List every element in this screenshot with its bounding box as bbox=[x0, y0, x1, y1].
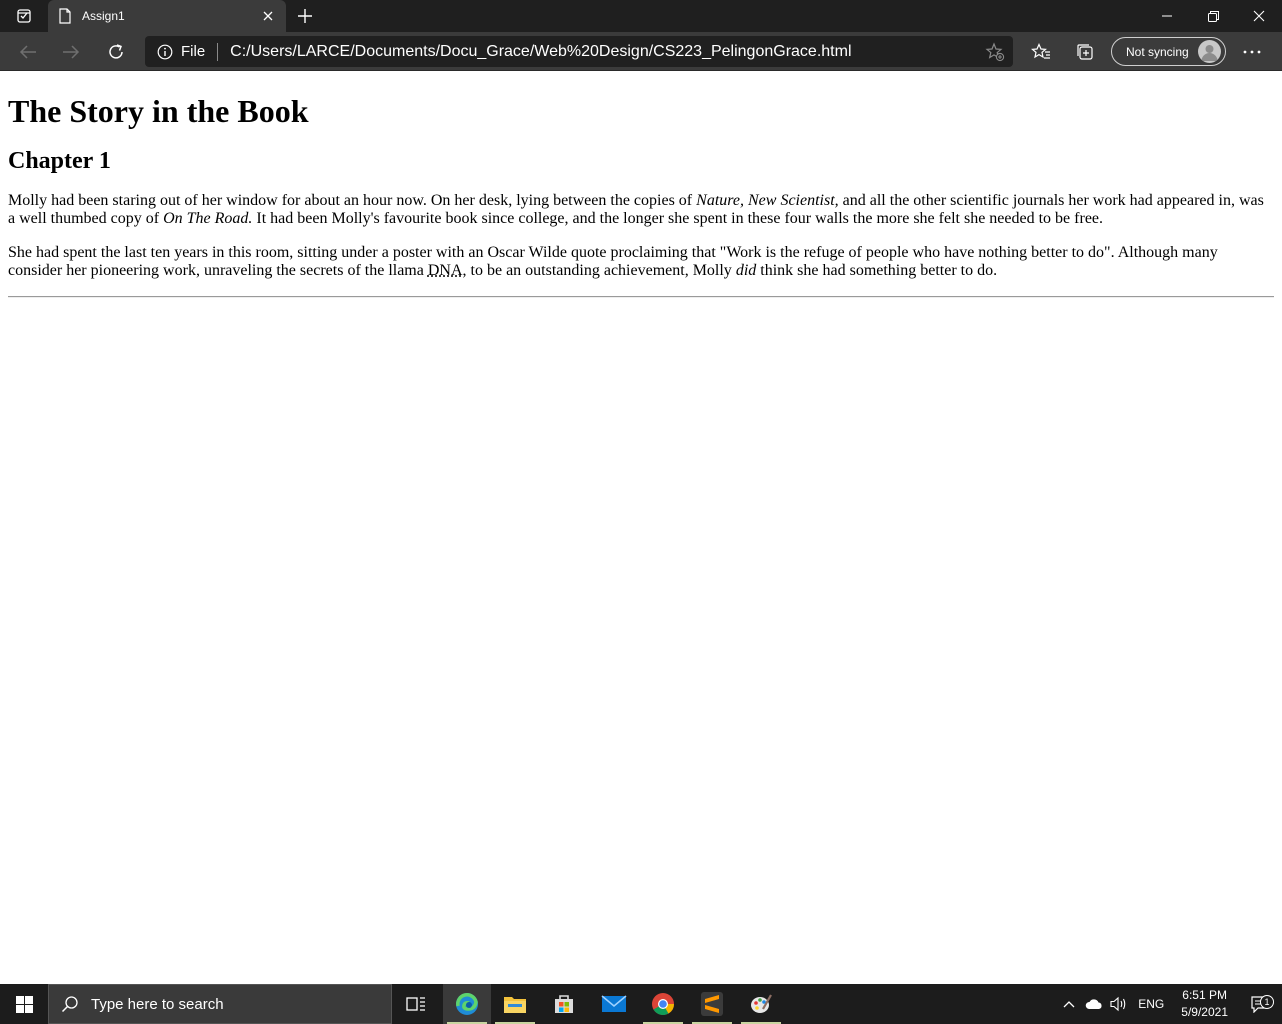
speaker-icon bbox=[1110, 996, 1126, 1012]
dna-abbreviation[interactable]: DNA bbox=[428, 262, 463, 279]
search-placeholder: Type here to search bbox=[91, 995, 224, 1013]
address-separator bbox=[217, 42, 219, 61]
close-icon bbox=[1253, 10, 1265, 22]
new-tab-button[interactable] bbox=[292, 4, 318, 28]
info-icon bbox=[157, 44, 173, 59]
forward-arrow-icon bbox=[63, 45, 80, 59]
clock-date: 5/9/2021 bbox=[1181, 1005, 1228, 1019]
address-bar[interactable]: File C:/Users/LARCE/Documents/Docu_Grace… bbox=[145, 36, 1013, 67]
browser-tab[interactable]: Assign1 bbox=[48, 0, 286, 32]
settings-more-button[interactable] bbox=[1240, 40, 1264, 64]
favorites-button[interactable] bbox=[1029, 40, 1053, 64]
chrome-icon bbox=[652, 993, 674, 1015]
paint-taskbar-app[interactable] bbox=[737, 984, 785, 1024]
search-icon bbox=[61, 996, 78, 1013]
clock[interactable]: 6:51 PM 5/9/2021 bbox=[1181, 987, 1228, 1021]
tab-actions-button[interactable] bbox=[0, 0, 48, 32]
collections-button[interactable] bbox=[1073, 40, 1097, 64]
paragraph-1-text-c: It had been Molly's favourite book since… bbox=[252, 210, 1104, 227]
page-icon bbox=[58, 8, 74, 24]
paragraph-2-text-b: , to be an outstanding achievement, Moll… bbox=[462, 262, 736, 279]
window-close-button[interactable] bbox=[1236, 0, 1282, 32]
windows-taskbar: Type here to search ENG 6:51 PM 5/9/2021… bbox=[0, 984, 1282, 1024]
paragraph-2-text-c: think she had something better to do. bbox=[756, 262, 998, 279]
tab-title: Assign1 bbox=[82, 9, 125, 23]
taskbar-search-box[interactable]: Type here to search bbox=[48, 984, 392, 1024]
folder-icon bbox=[504, 997, 526, 1013]
journals-emphasis: Nature, New Scientist, bbox=[696, 192, 839, 209]
book-title-emphasis: On The Road. bbox=[163, 210, 253, 227]
sublime-text-icon bbox=[701, 992, 723, 1016]
clock-time: 6:51 PM bbox=[1182, 988, 1227, 1002]
edge-icon bbox=[456, 993, 478, 1015]
cloud-icon bbox=[1086, 999, 1102, 1009]
store-icon bbox=[555, 995, 573, 1013]
did-emphasis: did bbox=[735, 262, 757, 279]
browser-title-bar: Assign1 bbox=[0, 0, 1282, 32]
forward-button[interactable] bbox=[55, 36, 87, 68]
back-arrow-icon bbox=[19, 45, 36, 59]
window-controls bbox=[1144, 0, 1282, 32]
paragraph-1: Molly had been staring out of her window… bbox=[8, 192, 1274, 228]
chevron-up-icon bbox=[1063, 1001, 1075, 1008]
sublime-text-taskbar-app[interactable] bbox=[688, 984, 736, 1024]
minimize-icon bbox=[1162, 15, 1172, 17]
edge-taskbar-app[interactable] bbox=[443, 984, 491, 1024]
horizontal-rule bbox=[8, 296, 1274, 298]
paint-icon bbox=[751, 994, 772, 1013]
chrome-taskbar-app[interactable] bbox=[639, 984, 687, 1024]
browser-toolbar: File C:/Users/LARCE/Documents/Docu_Grace… bbox=[0, 32, 1282, 71]
tab-actions-icon bbox=[17, 9, 31, 23]
windows-logo-icon bbox=[15, 995, 33, 1013]
close-icon bbox=[263, 11, 273, 21]
add-favorite-button[interactable] bbox=[985, 42, 1005, 62]
back-button[interactable] bbox=[12, 36, 44, 68]
profile-sync-button[interactable]: Not syncing bbox=[1111, 37, 1226, 66]
page-content: The Story in the Book Chapter 1 Molly ha… bbox=[0, 71, 1282, 984]
paragraph-2: She had spent the last ten years in this… bbox=[8, 244, 1274, 280]
system-tray: ENG 6:51 PM 5/9/2021 1 bbox=[1057, 984, 1282, 1024]
task-view-button[interactable] bbox=[392, 984, 440, 1024]
refresh-button[interactable] bbox=[100, 36, 132, 68]
notification-count-badge: 1 bbox=[1260, 995, 1274, 1009]
page-heading: The Story in the Book bbox=[8, 93, 309, 129]
tab-close-button[interactable] bbox=[260, 8, 276, 24]
mail-taskbar-app[interactable] bbox=[590, 984, 638, 1024]
avatar bbox=[1198, 40, 1221, 63]
file-explorer-taskbar-app[interactable] bbox=[491, 984, 539, 1024]
restore-icon bbox=[1207, 10, 1219, 22]
task-view-icon bbox=[406, 997, 425, 1011]
more-icon bbox=[1243, 50, 1261, 54]
restore-button[interactable] bbox=[1190, 0, 1236, 32]
star-add-icon bbox=[985, 42, 1005, 62]
site-info-button[interactable]: File bbox=[157, 43, 205, 60]
paragraph-1-text-a: Molly had been staring out of her window… bbox=[8, 192, 697, 209]
onedrive-tray-button[interactable] bbox=[1081, 998, 1107, 1010]
favorites-icon bbox=[1031, 43, 1050, 59]
store-taskbar-app[interactable] bbox=[540, 984, 588, 1024]
language-indicator[interactable]: ENG bbox=[1131, 997, 1171, 1011]
chapter-heading: Chapter 1 bbox=[8, 148, 111, 174]
volume-tray-button[interactable] bbox=[1107, 996, 1131, 1012]
notifications-button[interactable]: 1 bbox=[1238, 995, 1282, 1013]
mail-icon bbox=[601, 995, 627, 1012]
start-button[interactable] bbox=[0, 984, 48, 1024]
refresh-icon bbox=[109, 44, 123, 59]
address-scheme-label: File bbox=[181, 43, 206, 60]
show-hidden-icons-button[interactable] bbox=[1057, 1000, 1081, 1008]
collections-icon bbox=[1077, 44, 1093, 60]
plus-icon bbox=[298, 9, 312, 23]
minimize-button[interactable] bbox=[1144, 0, 1190, 32]
sync-status-label: Not syncing bbox=[1126, 44, 1189, 59]
address-url[interactable]: C:/Users/LARCE/Documents/Docu_Grace/Web%… bbox=[230, 43, 851, 61]
